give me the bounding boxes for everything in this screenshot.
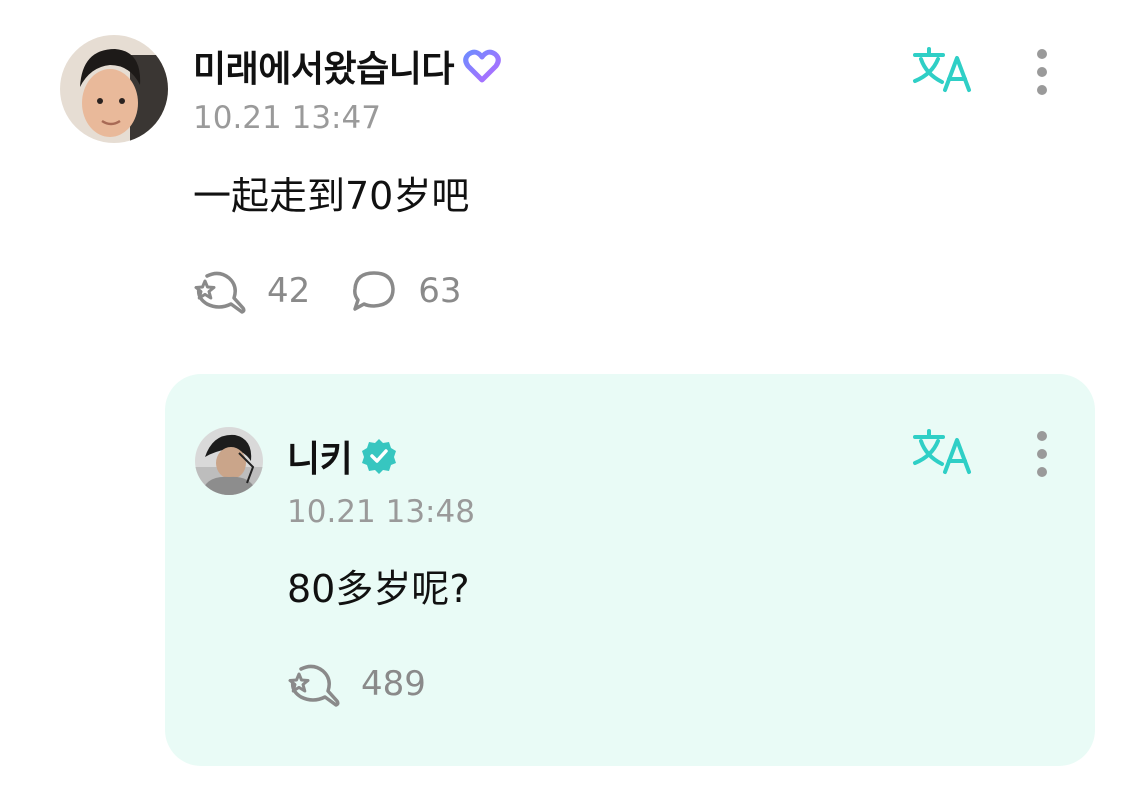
post-comment-button[interactable]: 63 <box>350 269 462 313</box>
more-vertical-icon <box>1037 49 1047 95</box>
post-comment-count: 63 <box>418 271 462 311</box>
reply-author-row: 니키 <box>287 430 398 482</box>
heart-badge-icon <box>462 46 502 86</box>
post-text: 一起走到70岁吧 <box>193 174 470 218</box>
comment-icon <box>353 271 396 311</box>
post-more-button[interactable] <box>1030 48 1054 102</box>
reply-like-count: 489 <box>361 664 426 704</box>
reply-author-avatar[interactable] <box>195 427 263 495</box>
translate-icon <box>913 47 971 92</box>
post-like-count: 42 <box>267 271 311 311</box>
translate-icon <box>913 429 971 474</box>
post-translate-button[interactable] <box>912 46 974 98</box>
reply-more-button[interactable] <box>1030 430 1054 484</box>
reply-actions: 489 <box>287 661 466 707</box>
like-icon <box>288 664 340 707</box>
post-author-row: 미래에서왔습니다 <box>193 40 502 92</box>
post-author-name[interactable]: 미래에서왔습니다 <box>193 40 454 92</box>
verified-badge-icon <box>360 437 398 475</box>
reply-text: 80多岁呢? <box>287 567 470 611</box>
reply-timestamp: 10.21 13:48 <box>287 494 475 530</box>
post-author-avatar[interactable] <box>60 35 168 143</box>
like-icon <box>194 271 246 314</box>
post-actions: 42 63 <box>193 268 502 314</box>
reply-like-button[interactable]: 489 <box>287 661 426 707</box>
reply-translate-button[interactable] <box>912 428 974 480</box>
post-like-button[interactable]: 42 <box>193 268 310 314</box>
more-vertical-icon <box>1037 431 1047 477</box>
reply-author-name[interactable]: 니키 <box>287 430 353 482</box>
post-timestamp: 10.21 13:47 <box>193 100 381 136</box>
